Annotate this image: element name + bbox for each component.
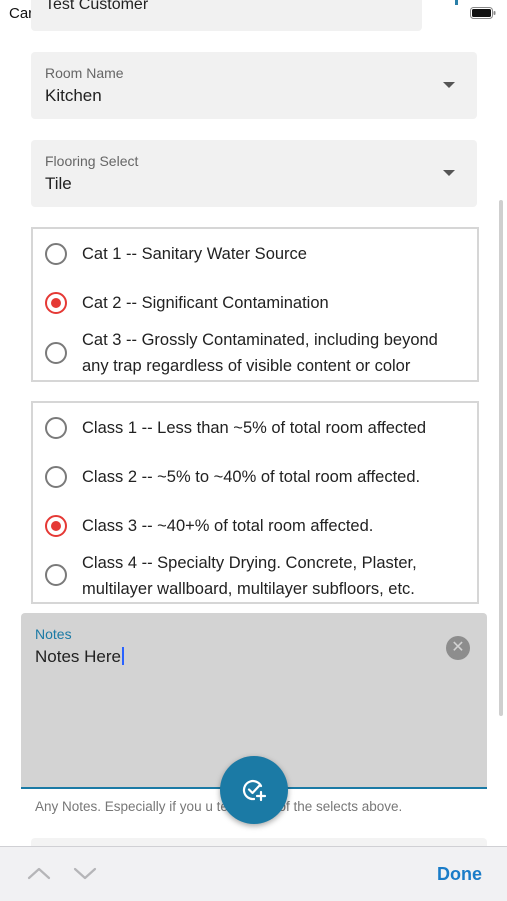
category-option-3[interactable]: Cat 3 -- Grossly Contaminated, including… [33, 327, 477, 379]
radio-button[interactable] [45, 466, 67, 488]
add-button[interactable] [220, 756, 288, 824]
notes-value: Notes Here [35, 647, 121, 666]
customer-value: Test Customer [45, 0, 149, 13]
category-option-label: Cat 2 -- Significant Contamination [82, 294, 329, 312]
room-name-label: Room Name [45, 65, 124, 81]
dropdown-arrow-icon [443, 82, 455, 88]
notes-input[interactable]: Notes Here [35, 647, 124, 667]
clear-icon[interactable]: ✕ [446, 636, 470, 660]
radio-button[interactable] [45, 292, 67, 314]
battery-icon [470, 7, 496, 19]
text-cursor [121, 647, 124, 665]
radio-button[interactable] [45, 243, 67, 265]
class-option-3[interactable]: Class 3 -- ~40+% of total room affected. [33, 501, 477, 551]
flooring-label: Flooring Select [45, 153, 139, 169]
class-option-2[interactable]: Class 2 -- ~5% to ~40% of total room aff… [33, 452, 477, 502]
class-option-label: Class 1 -- Less than ~5% of total room a… [82, 419, 427, 437]
flooring-value: Tile [45, 174, 72, 193]
category-option-label: Cat 1 -- Sanitary Water Source [82, 245, 307, 263]
next-field-edge [31, 838, 487, 846]
scroll-marker [455, 0, 458, 5]
radio-button[interactable] [45, 342, 67, 364]
category-option-label: Cat 3 -- Grossly Contaminated, including… [82, 331, 438, 375]
category-option-1[interactable]: Cat 1 -- Sanitary Water Source [33, 229, 477, 281]
radio-button[interactable] [45, 564, 67, 586]
category-option-2[interactable]: Cat 2 -- Significant Contamination [33, 278, 477, 328]
chevron-down-icon[interactable] [72, 863, 98, 883]
scrollbar[interactable] [499, 200, 503, 716]
done-button[interactable]: Done [437, 864, 482, 885]
radio-button[interactable] [45, 417, 67, 439]
class-option-1[interactable]: Class 1 -- Less than ~5% of total room a… [33, 403, 477, 453]
class-radio-group: Class 1 -- Less than ~5% of total room a… [31, 401, 479, 604]
class-option-4[interactable]: Class 4 -- Specialty Drying. Concrete, P… [33, 549, 477, 601]
class-option-label: Class 2 -- ~5% to ~40% of total room aff… [82, 468, 421, 486]
check-add-icon [242, 779, 267, 802]
room-name-value: Kitchen [45, 86, 102, 105]
customer-field[interactable]: Test Customer [31, 0, 422, 31]
class-option-label: Class 4 -- Specialty Drying. Concrete, P… [82, 554, 417, 598]
dropdown-arrow-icon [443, 170, 455, 176]
room-name-select[interactable]: Room Name Kitchen [31, 52, 477, 119]
class-option-label: Class 3 -- ~40+% of total room affected. [82, 517, 374, 535]
notes-label: Notes [35, 626, 72, 642]
flooring-select[interactable]: Flooring Select Tile [31, 140, 477, 207]
chevron-up-icon[interactable] [26, 863, 52, 883]
category-radio-group: Cat 1 -- Sanitary Water Source Cat 2 -- … [31, 227, 479, 382]
radio-button[interactable] [45, 515, 67, 537]
keyboard-toolbar: Done [0, 846, 507, 901]
